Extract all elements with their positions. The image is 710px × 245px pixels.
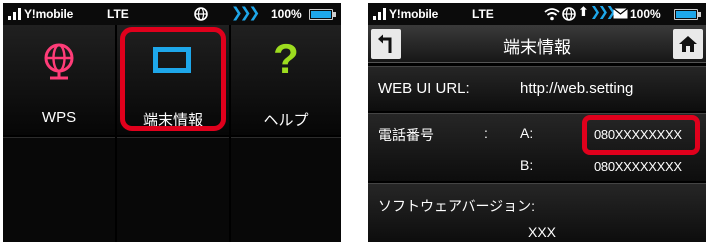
wifi-icon xyxy=(544,8,560,21)
highlight-frame xyxy=(582,115,700,155)
status-bar: Y!mobile LTE ❯❯❯ 100% xyxy=(3,3,341,25)
carrier-name: Y!mobile xyxy=(24,7,74,21)
signal-icon xyxy=(373,8,387,20)
tile-help[interactable]: ? ヘルプ xyxy=(231,25,341,135)
data-transfer-icon: ❯❯❯ xyxy=(590,4,617,19)
tile-wps-label: WPS xyxy=(41,109,77,126)
webui-url-label: WEB UI URL: xyxy=(378,80,470,97)
status-bar: Y!mobile LTE ⬆ ❯❯❯ 100% xyxy=(368,3,706,25)
data-transfer-icon: ❯❯❯ xyxy=(231,4,260,20)
home-icon xyxy=(679,36,697,52)
phone-number-colon: : xyxy=(484,125,488,141)
tile-empty xyxy=(117,137,229,242)
mail-icon xyxy=(613,8,628,19)
webui-url-row: WEB UI URL: http://web.setting xyxy=(368,66,706,111)
help-icon: ? xyxy=(273,35,299,82)
battery-percent: 100% xyxy=(271,7,302,21)
globe-icon xyxy=(562,7,576,21)
signal-icon xyxy=(8,8,22,20)
page-title: 端末情報 xyxy=(503,38,571,57)
battery-icon xyxy=(309,9,336,20)
line-b-label: B: xyxy=(520,157,534,173)
highlight-frame xyxy=(120,27,226,131)
battery-percent: 100% xyxy=(630,7,661,21)
upload-arrow-icon: ⬆ xyxy=(578,4,589,19)
battery-icon xyxy=(674,9,701,20)
title-bar: 端末情報 xyxy=(368,25,706,63)
tile-help-label: ヘルプ xyxy=(263,112,309,129)
tile-empty xyxy=(3,137,115,242)
wps-icon xyxy=(44,43,74,80)
software-version-label: ソフトウェアバージョン: xyxy=(378,198,536,214)
network-type: LTE xyxy=(107,7,129,21)
home-button[interactable] xyxy=(673,29,703,59)
tile-empty xyxy=(231,137,341,242)
software-version-row: ソフトウェアバージョン: XXX xyxy=(368,183,706,242)
line-b-number: 080XXXXXXXX xyxy=(594,159,682,174)
webui-url-value: http://web.setting xyxy=(520,80,634,97)
tile-wps[interactable]: WPS xyxy=(3,25,115,135)
device-info-screen: Y!mobile LTE ⬆ ❯❯❯ 100% 端末情報 WEB UI URL:… xyxy=(368,3,706,242)
software-version-value: XXX xyxy=(528,224,557,240)
line-a-label: A: xyxy=(520,125,534,141)
network-type: LTE xyxy=(472,7,494,21)
phone-number-label: 電話番号 xyxy=(378,127,434,143)
home-screen: Y!mobile LTE ❯❯❯ 100% WPS 端末情報 ? ヘルプ xyxy=(3,3,341,242)
carrier-name: Y!mobile xyxy=(389,7,439,21)
globe-icon xyxy=(194,7,208,21)
